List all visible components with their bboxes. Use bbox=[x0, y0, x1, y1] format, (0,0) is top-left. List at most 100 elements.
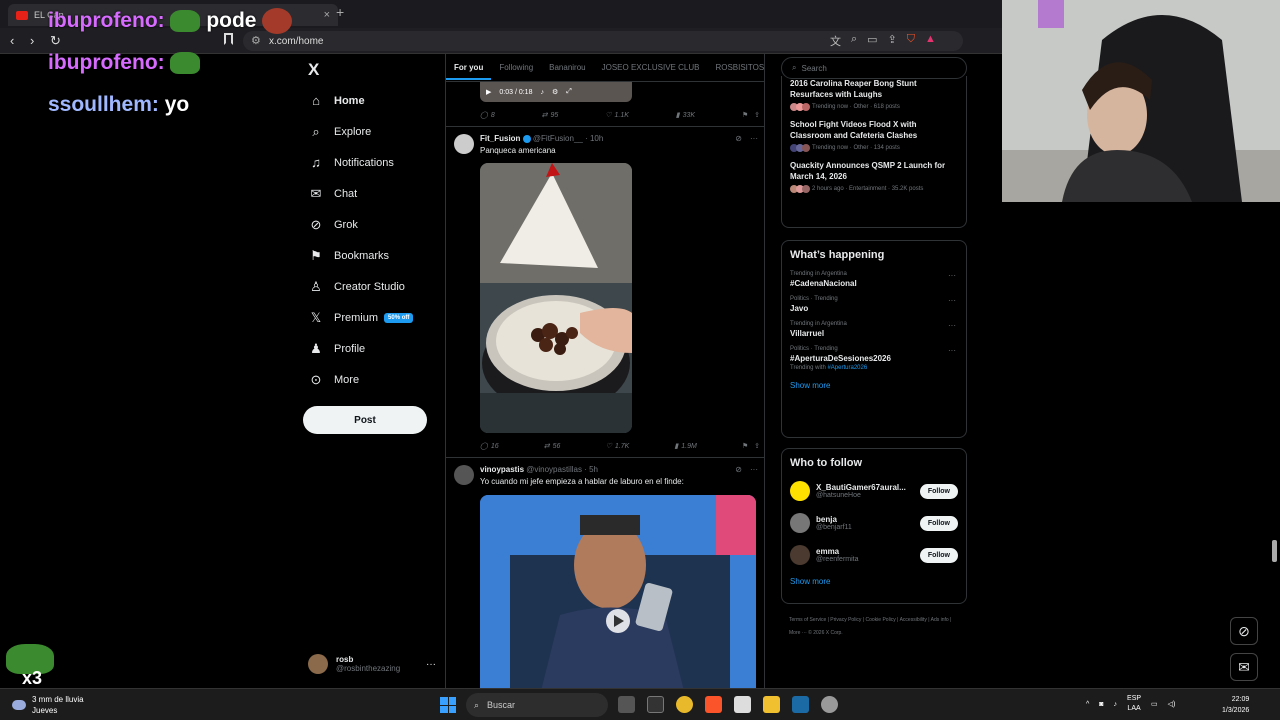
tweet-video[interactable] bbox=[480, 163, 632, 433]
epic-games-icon[interactable] bbox=[647, 696, 664, 713]
like-button[interactable]: ♡ 1.7K bbox=[606, 442, 630, 451]
follow-button[interactable]: Follow bbox=[919, 515, 958, 531]
speaker-icon[interactable]: ◁) bbox=[1168, 700, 1176, 708]
system-clock[interactable]: 22:09 1/3/2026 bbox=[1222, 694, 1249, 716]
weather-widget[interactable]: 3 mm de lluvia Jueves bbox=[12, 694, 84, 716]
bookmark-tweet-icon[interactable]: ⚑ ⇪ bbox=[742, 111, 760, 119]
trend-item[interactable]: Politics · Trending #AperturaDeSesiones2… bbox=[782, 342, 966, 375]
follow-button[interactable]: Follow bbox=[919, 483, 958, 499]
grok-icon[interactable]: ⊘ bbox=[735, 465, 742, 474]
news-item[interactable]: Quackity Announces QSMP 2 Launch for Mar… bbox=[782, 158, 966, 199]
discord-icon[interactable]: ◙ bbox=[1099, 701, 1103, 708]
sidebar-item-bookmarks[interactable]: ⚑ Bookmarks bbox=[308, 248, 389, 264]
tab-list[interactable]: ROSBISITOS bbox=[707, 63, 764, 72]
sidebar-item-home[interactable]: ⌂ Home bbox=[308, 93, 365, 108]
account-menu-icon[interactable]: ··· bbox=[426, 659, 436, 670]
brave-icon[interactable] bbox=[705, 696, 722, 713]
tab-for-you[interactable]: For you bbox=[446, 55, 492, 80]
play-icon[interactable]: ▶ bbox=[486, 88, 491, 96]
more-icon[interactable]: ··· bbox=[750, 134, 758, 143]
messages-float-button[interactable]: ✉ bbox=[1230, 653, 1258, 681]
avatar[interactable] bbox=[454, 465, 474, 485]
sidebar-item-notifications[interactable]: ♫ Notifications bbox=[308, 155, 394, 170]
footer-links[interactable]: Terms of Service | Privacy Policy | Cook… bbox=[789, 614, 959, 640]
x-logo[interactable]: X bbox=[308, 60, 319, 80]
language-indicator[interactable]: ESP LAA bbox=[1127, 694, 1141, 714]
settings-icon[interactable]: ⚙ bbox=[552, 88, 558, 96]
sidebar-item-profile[interactable]: ♟ Profile bbox=[308, 341, 365, 357]
show-more-link[interactable]: Show more bbox=[782, 571, 966, 596]
more-icon[interactable]: ··· bbox=[948, 271, 956, 280]
follow-suggestion[interactable]: emma @reenfermita Follow bbox=[782, 539, 966, 571]
tweet-handle[interactable]: @FitFusion__ bbox=[533, 134, 583, 143]
volume-icon[interactable]: ♪ bbox=[540, 89, 544, 96]
follow-suggestion[interactable]: X_BautiGamer67aural... @hatsuneHoe Follo… bbox=[782, 475, 966, 507]
tab-close-button[interactable]: × bbox=[324, 9, 330, 21]
tab-following[interactable]: Following bbox=[491, 63, 541, 72]
task-view-icon[interactable] bbox=[618, 696, 635, 713]
trend-item[interactable]: Trending in Argentina Villarruel ··· bbox=[782, 317, 966, 342]
repost-button[interactable]: ⇄ 56 bbox=[544, 442, 561, 451]
brave-shield-icon[interactable]: ⛉ bbox=[907, 33, 915, 49]
sidebar-item-chat[interactable]: ✉ Chat bbox=[308, 186, 358, 202]
grok-float-button[interactable]: ⊘ bbox=[1230, 617, 1258, 645]
tweet[interactable]: Fit_Fusion @FitFusion__ · 10h Panqueca a… bbox=[454, 134, 758, 155]
trend-item[interactable]: Politics · Trending Javo ··· bbox=[782, 292, 966, 317]
views-button[interactable]: ▮ 1.9M bbox=[674, 442, 696, 451]
store-icon[interactable] bbox=[734, 696, 751, 713]
scrollbar[interactable] bbox=[1272, 540, 1277, 562]
trend-item[interactable]: Trending in Argentina #CadenaNacional ··… bbox=[782, 267, 966, 292]
sidebar-item-creator-studio[interactable]: ♙ Creator Studio bbox=[308, 279, 405, 295]
sidebar-item-explore[interactable]: ⌕ Explore bbox=[308, 124, 371, 140]
chevron-up-icon[interactable]: ^ bbox=[1086, 701, 1089, 708]
more-icon[interactable]: ··· bbox=[948, 296, 956, 305]
account-switcher[interactable]: rosb @rosbinthezazing ··· bbox=[308, 654, 436, 674]
fullscreen-icon[interactable]: ⤢ bbox=[566, 88, 572, 96]
more-icon[interactable]: ··· bbox=[750, 465, 758, 474]
repost-button[interactable]: ⇄ 95 bbox=[542, 111, 559, 120]
zoom-icon[interactable]: ⌕ bbox=[851, 33, 857, 49]
windows-start-icon[interactable] bbox=[440, 697, 456, 713]
back-icon[interactable]: ‹ bbox=[10, 33, 14, 48]
trend-related-hashtag[interactable]: #Apertura2026 bbox=[827, 365, 867, 371]
tab-list[interactable]: Bananirou bbox=[541, 63, 593, 72]
follow-button[interactable]: Follow bbox=[919, 547, 958, 563]
cast-icon[interactable]: ▭ bbox=[867, 33, 877, 49]
forward-icon[interactable]: › bbox=[30, 33, 34, 48]
obs-icon[interactable] bbox=[821, 696, 838, 713]
tweet-video[interactable] bbox=[480, 495, 756, 694]
folder-icon[interactable] bbox=[763, 696, 780, 713]
chat-line: ssoullhem: yo bbox=[48, 84, 292, 126]
news-item[interactable]: School Fight Videos Flood X with Classro… bbox=[782, 117, 966, 158]
tweet-author[interactable]: vinoypastis bbox=[480, 465, 524, 474]
translate-icon[interactable]: 文 bbox=[830, 33, 841, 49]
more-icon[interactable]: ··· bbox=[948, 346, 956, 355]
reply-button[interactable]: ◯ 8 bbox=[480, 111, 495, 120]
new-tab-button[interactable]: + bbox=[336, 4, 344, 20]
network-icon[interactable]: ▭ bbox=[1151, 700, 1158, 708]
news-item[interactable]: 2016 Carolina Reaper Bong Stunt Resurfac… bbox=[782, 76, 966, 117]
sidebar-item-grok[interactable]: ⊘ Grok bbox=[308, 217, 358, 233]
views-button[interactable]: ▮ 33K bbox=[676, 111, 695, 120]
chrome-icon[interactable] bbox=[676, 696, 693, 713]
tab-list[interactable]: JOSEO EXCLUSIVE CLUB bbox=[594, 63, 708, 72]
sidebar-item-more[interactable]: ⊙ More bbox=[308, 372, 360, 388]
tweet-author[interactable]: Fit_Fusion bbox=[480, 134, 520, 143]
reply-button[interactable]: ◯ 16 bbox=[480, 442, 499, 451]
tweet[interactable]: vinoypastis @vinoypastillas · 5h Yo cuan… bbox=[454, 465, 758, 486]
grok-icon[interactable]: ⊘ bbox=[735, 134, 742, 143]
mic-icon[interactable]: ♪ bbox=[1114, 701, 1118, 708]
steam-icon[interactable] bbox=[792, 696, 809, 713]
taskbar-search[interactable]: ⌕ Buscar bbox=[466, 693, 608, 717]
tweet-handle[interactable]: @vinoypastillas bbox=[526, 465, 582, 474]
avatar[interactable] bbox=[454, 134, 474, 154]
brave-rewards-icon[interactable]: ▲ bbox=[925, 33, 936, 49]
sidebar-item-premium[interactable]: 𝕏 Premium 50% off bbox=[308, 310, 414, 326]
bookmark-tweet-icon[interactable]: ⚑ ⇪ bbox=[742, 442, 760, 450]
like-button[interactable]: ♡ 1.1K bbox=[605, 111, 629, 120]
show-more-link[interactable]: Show more bbox=[782, 375, 966, 400]
more-icon[interactable]: ··· bbox=[948, 321, 956, 330]
follow-suggestion[interactable]: benja @benjarf11 Follow bbox=[782, 507, 966, 539]
share-icon[interactable]: ⇪ bbox=[888, 33, 897, 49]
post-button[interactable]: Post bbox=[303, 406, 427, 434]
